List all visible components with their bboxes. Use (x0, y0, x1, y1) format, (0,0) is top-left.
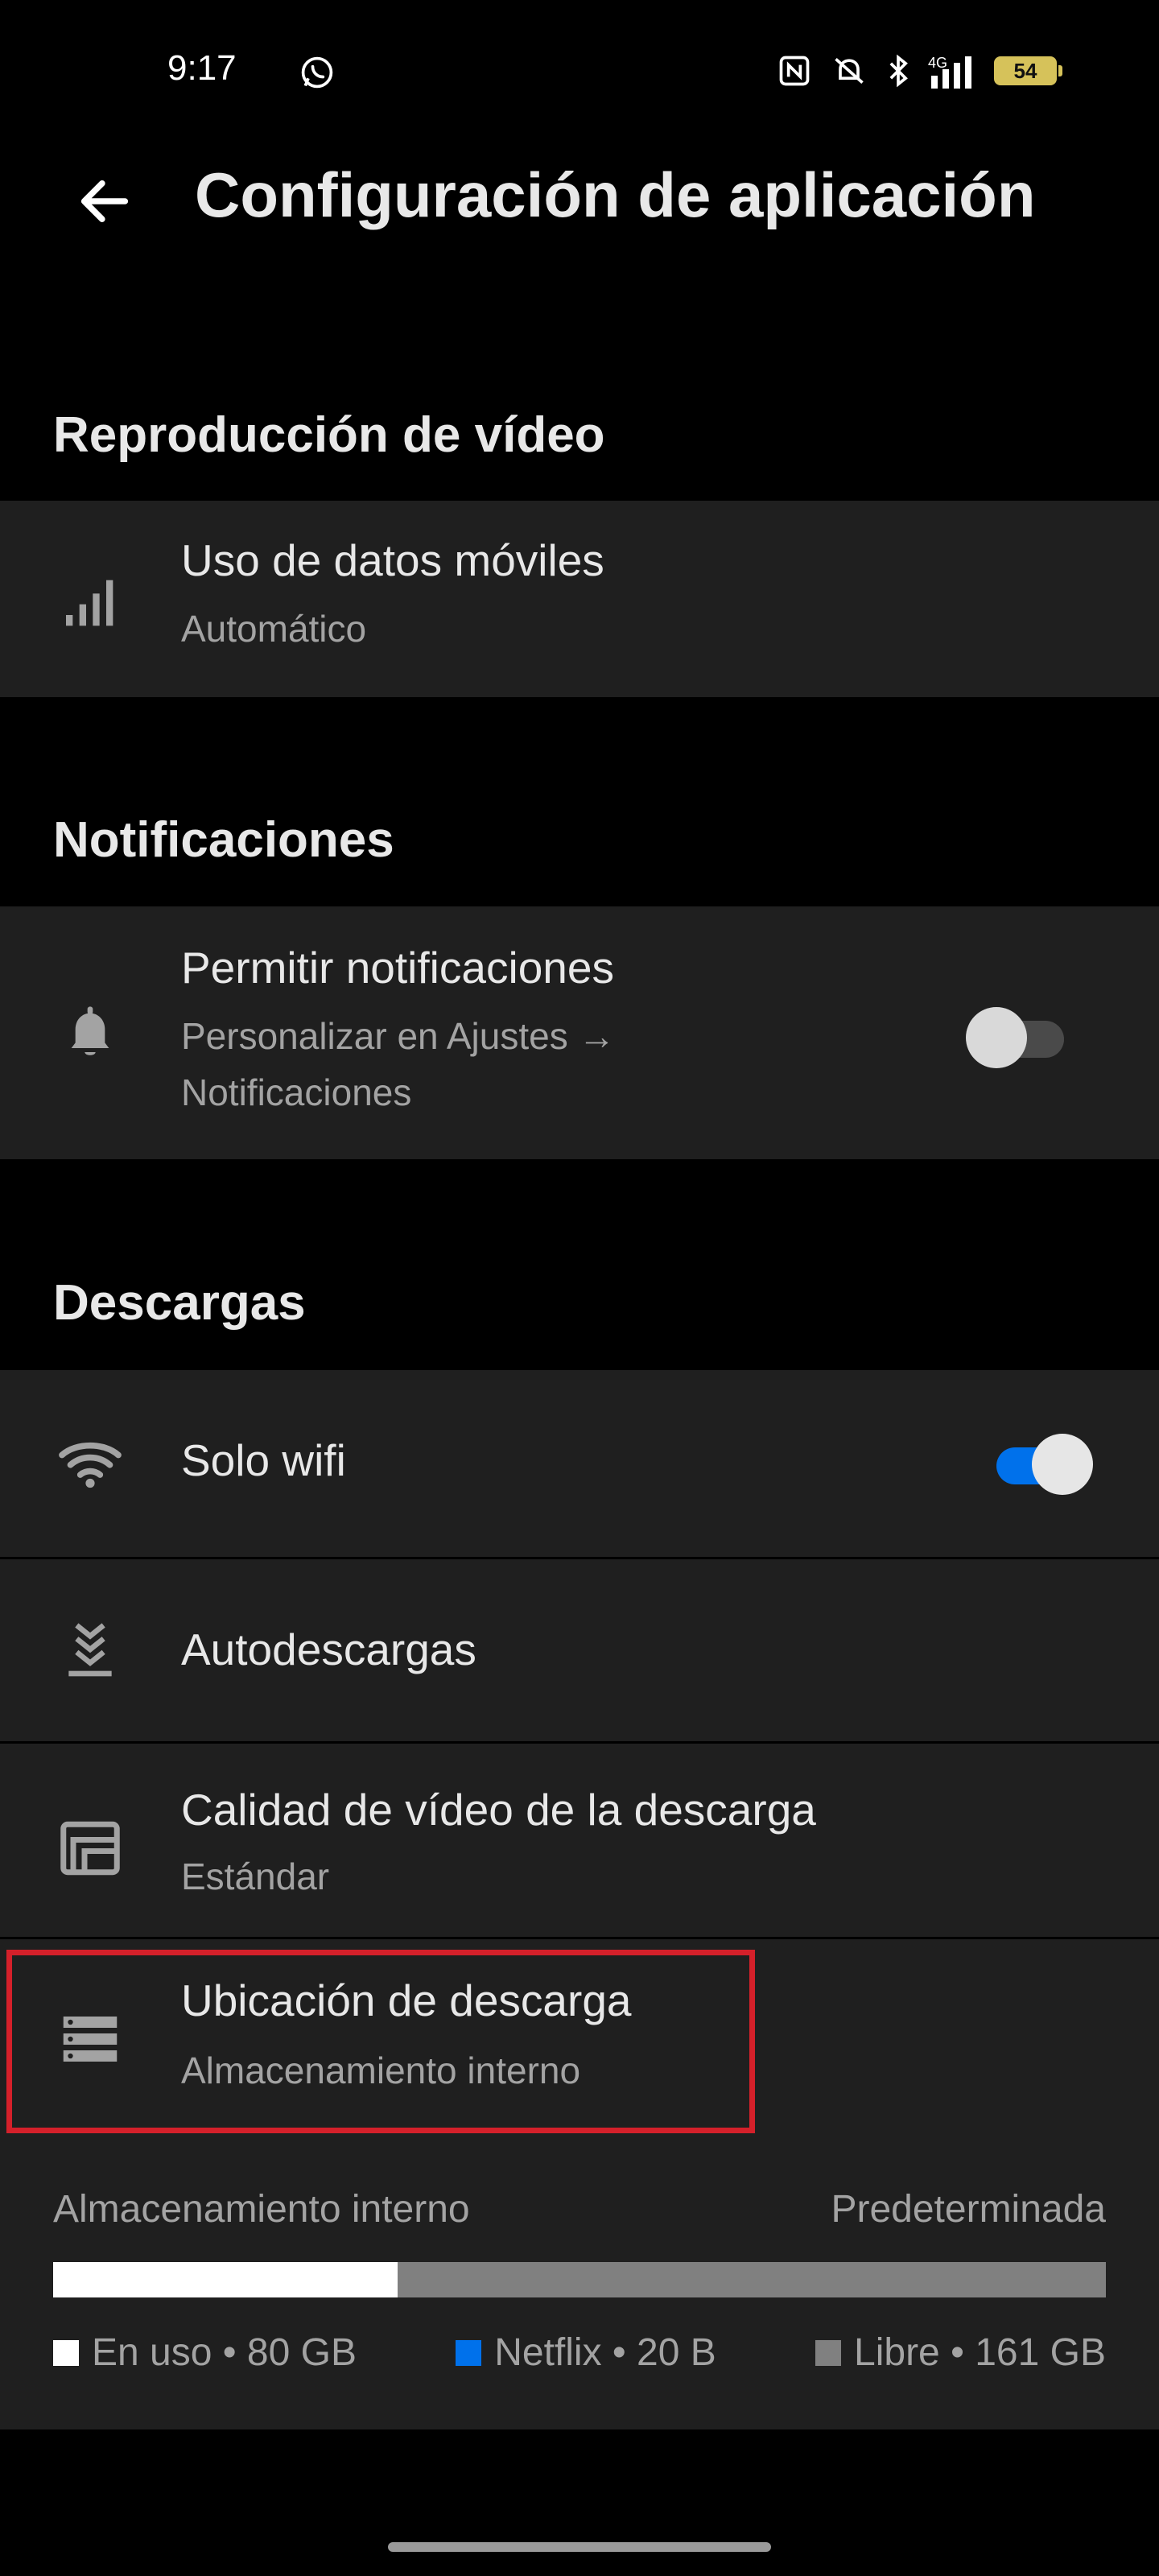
nfc-icon (779, 56, 810, 86)
auto-downloads-title: Autodescargas (181, 1624, 476, 1674)
wifi-only-title: Solo wifi (181, 1435, 346, 1485)
legend-used: En uso • 80 GB (53, 2330, 357, 2375)
storage-default-label: Predeterminada (831, 2188, 1106, 2231)
storage-bar (53, 2262, 1106, 2297)
video-card: Uso de datos móviles Automático (0, 501, 1159, 697)
auto-download-icon (53, 1612, 127, 1686)
battery-icon: 54 (994, 56, 1062, 85)
status-bar: 9:17 4G 54 (0, 0, 1159, 153)
signal-icon (53, 562, 127, 636)
bell-icon (53, 995, 127, 1069)
mobile-data-subtitle: Automático (181, 608, 367, 650)
page-title: Configuración de aplicación (195, 159, 1036, 230)
wifi-only-row[interactable]: Solo wifi (0, 1370, 1159, 1557)
svg-text:4G: 4G (928, 55, 947, 71)
section-title-downloads: Descargas (53, 1275, 306, 1331)
mute-bell-icon (835, 57, 864, 85)
mobile-data-title: Uso de datos móviles (181, 535, 604, 585)
section-title-video: Reproducción de vídeo (53, 407, 605, 463)
legend-netflix-swatch (456, 2339, 482, 2366)
allow-notifications-subtitle-1: Personalizar en Ajustes → (181, 1015, 616, 1057)
storage-label: Almacenamiento interno (53, 2188, 470, 2231)
notifications-toggle[interactable] (966, 1003, 1070, 1068)
legend-used-swatch (53, 2339, 79, 2366)
video-quality-title: Calidad de vídeo de la descarga (181, 1785, 816, 1835)
allow-notifications-title: Permitir notificaciones (181, 943, 614, 993)
legend-free-label: Libre • 161 GB (854, 2331, 1106, 2374)
legend-netflix-label: Netflix • 20 B (494, 2331, 716, 2374)
bluetooth-icon (889, 54, 908, 88)
storage-legend: En uso • 80 GB Netflix • 20 B Libre • 16… (53, 2330, 1106, 2375)
section-title-notifications: Notificaciones (53, 812, 394, 868)
whatsapp-icon (301, 56, 333, 89)
auto-downloads-row[interactable]: Autodescargas (0, 1559, 1159, 1741)
signal-4g-icon: 4G (928, 55, 971, 89)
notifications-card: Permitir notificaciones Personalizar en … (0, 906, 1159, 1159)
status-time: 9:17 (167, 48, 237, 88)
home-indicator[interactable] (388, 2542, 771, 2552)
legend-free-swatch (815, 2339, 842, 2366)
allow-notifications-row[interactable]: Permitir notificaciones Personalizar en … (0, 906, 1159, 1159)
legend-free: Libre • 161 GB (815, 2330, 1106, 2375)
storage-used-fill (53, 2262, 398, 2297)
legend-used-label: En uso • 80 GB (92, 2331, 357, 2374)
wifi-only-toggle[interactable] (990, 1430, 1095, 1495)
arrow-back-icon (80, 180, 129, 222)
video-quality-row[interactable]: Calidad de vídeo de la descarga Estándar (0, 1744, 1159, 1937)
allow-notifications-subtitle-2: Notificaciones (181, 1071, 412, 1113)
highlight-box (6, 1950, 755, 2133)
wifi-icon (53, 1426, 127, 1501)
mobile-data-row[interactable]: Uso de datos móviles Automático (0, 501, 1159, 697)
video-quality-subtitle: Estándar (181, 1856, 330, 1897)
video-quality-icon (53, 1811, 127, 1885)
legend-netflix: Netflix • 20 B (456, 2330, 716, 2375)
back-button[interactable] (64, 161, 145, 242)
